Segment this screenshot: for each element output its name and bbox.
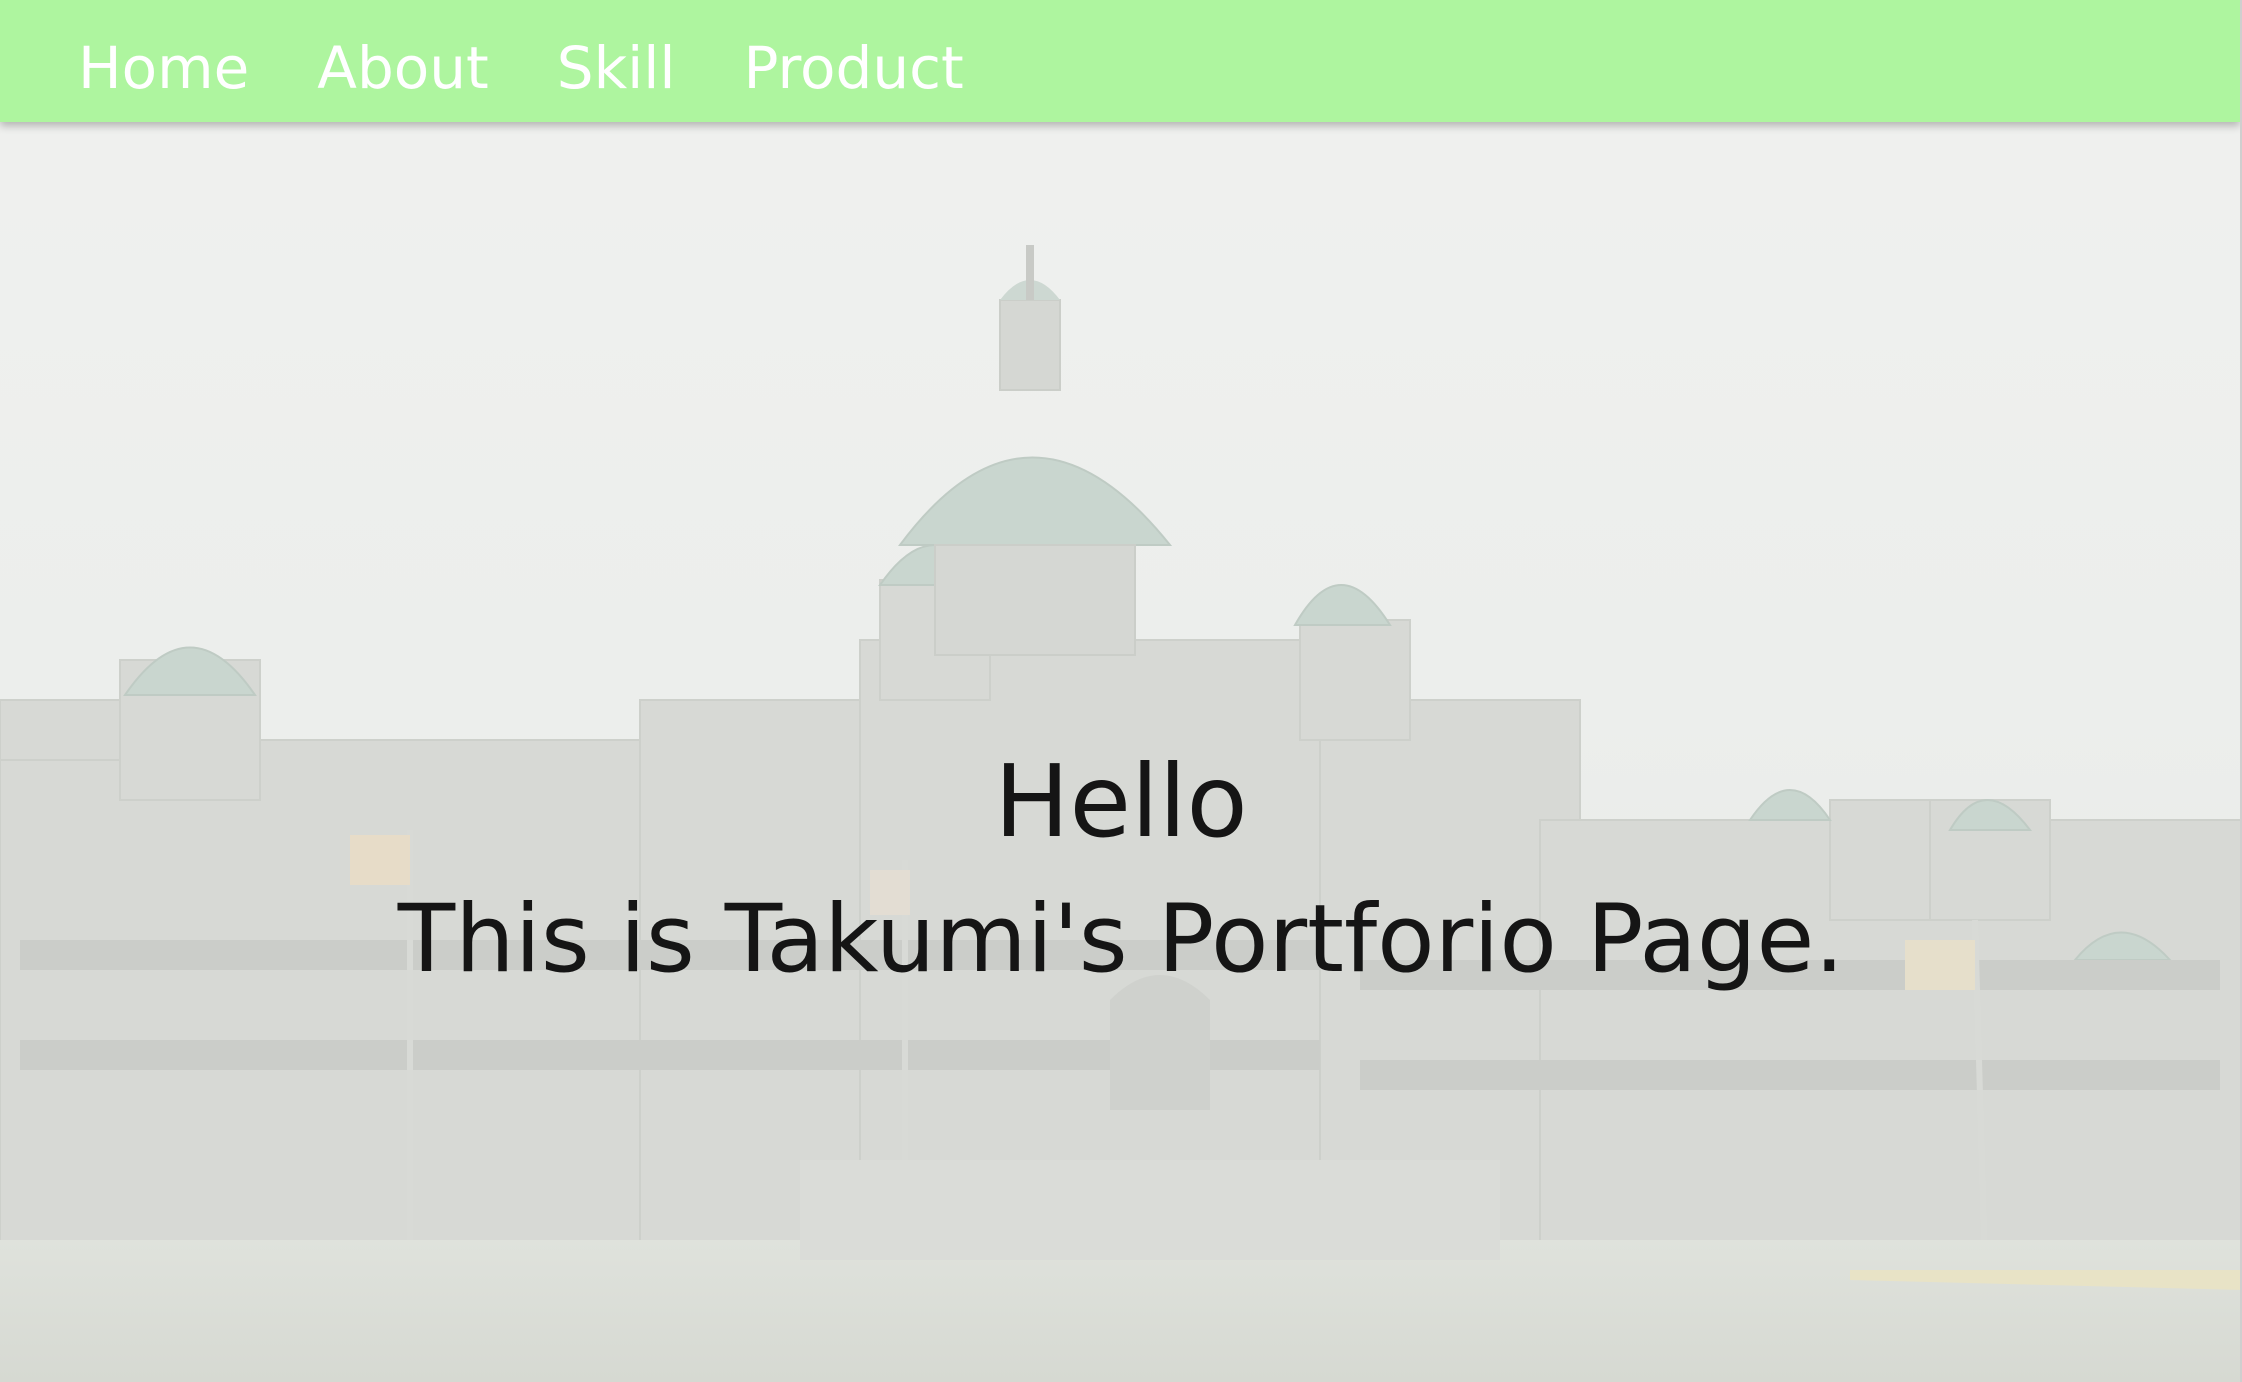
hero-greeting: Hello [994, 743, 1248, 860]
nav-link-about[interactable]: About [317, 30, 488, 106]
nav-link-home[interactable]: Home [78, 30, 249, 106]
nav-link-skill[interactable]: Skill [557, 30, 676, 106]
hero-subtitle: This is Takumi's Portforio Page. [397, 885, 1845, 994]
nav-item-product: Product [744, 30, 1032, 106]
hero-overlay [0, 0, 2242, 1382]
nav-item-home: Home [78, 30, 317, 106]
top-navbar: Home About Skill Product [0, 0, 2240, 122]
nav-link-product[interactable]: Product [744, 30, 964, 106]
nav-menu: Home About Skill Product [78, 30, 1032, 106]
nav-item-about: About [317, 30, 556, 106]
nav-item-skill: Skill [557, 30, 744, 106]
portfolio-page: Home About Skill Product Hello This is T… [0, 0, 2242, 1382]
